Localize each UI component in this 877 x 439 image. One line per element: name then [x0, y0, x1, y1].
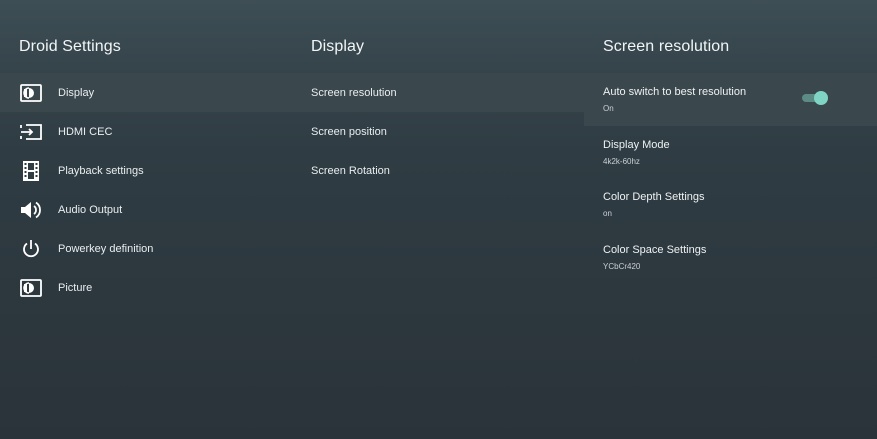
menu-item-label: Picture [58, 281, 93, 294]
menu-item-audio-output[interactable]: Audio Output [0, 190, 292, 229]
menu-item-hdmi-cec[interactable]: HDMI CEC [0, 112, 292, 151]
screen-resolution-title: Screen resolution [603, 38, 730, 55]
screen-resolution-column: Screen resolution Auto switch to best re… [584, 0, 877, 439]
submenu-item-screen-rotation[interactable]: Screen Rotation [292, 151, 584, 190]
display-submenu-title: Display [311, 38, 365, 55]
toggle-knob [814, 91, 828, 105]
submenu-item-label: Screen Rotation [311, 164, 390, 177]
speaker-icon [19, 198, 43, 222]
submenu-item-label: Screen resolution [311, 86, 397, 99]
auto-switch-toggle[interactable] [802, 91, 828, 105]
display-submenu-column: Display Screen resolution Screen positio… [292, 0, 584, 439]
menu-item-label: Powerkey definition [58, 242, 154, 255]
menu-item-playback-settings[interactable]: Playback settings [0, 151, 292, 190]
setting-value: YCbCr420 [603, 261, 641, 271]
menu-item-display[interactable]: Display [0, 73, 292, 112]
menu-item-picture[interactable]: Picture [0, 268, 292, 307]
setting-title: Color Depth Settings [603, 191, 705, 203]
submenu-item-label: Screen position [311, 125, 387, 138]
menu-item-label: Audio Output [58, 203, 123, 216]
settings-menu-column: Droid Settings Display HDMI CEC Playback… [0, 0, 292, 439]
submenu-item-screen-resolution[interactable]: Screen resolution [292, 73, 584, 112]
setting-value: on [603, 209, 612, 218]
menu-item-label: Playback settings [58, 164, 144, 177]
setting-title: Display Mode [603, 138, 670, 151]
setting-title: Auto switch to best resolution [603, 86, 747, 98]
hdmi-input-icon [19, 120, 43, 144]
menu-item-label: HDMI CEC [58, 125, 113, 138]
setting-value: 4k2k-60hz [603, 156, 640, 166]
setting-auto-switch-resolution[interactable]: Auto switch to best resolution On [584, 73, 877, 126]
setting-color-space[interactable]: Color Space Settings YCbCr420 [584, 231, 877, 284]
power-icon [19, 237, 43, 261]
setting-title: Color Space Settings [603, 243, 707, 256]
submenu-item-screen-position[interactable]: Screen position [292, 112, 584, 151]
menu-item-powerkey-definition[interactable]: Powerkey definition [0, 229, 292, 268]
setting-value: On [603, 104, 614, 113]
film-icon [19, 159, 43, 183]
setting-color-depth[interactable]: Color Depth Settings on [584, 178, 877, 231]
display-icon [19, 81, 43, 105]
display-icon [19, 276, 43, 300]
settings-menu-title: Droid Settings [19, 38, 121, 55]
menu-item-label: Display [58, 86, 95, 99]
setting-display-mode[interactable]: Display Mode 4k2k-60hz [584, 126, 877, 179]
